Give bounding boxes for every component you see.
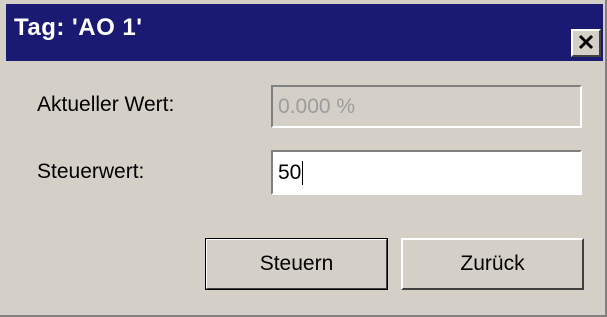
control-value-input[interactable]: 50 [271,150,582,195]
current-value-label: Aktueller Wert: [37,93,175,116]
current-value-text: 0.000 % [278,94,356,118]
back-button[interactable]: Zurück [401,238,584,290]
close-icon [578,32,594,54]
control-value-label: Steuerwert: [37,160,145,183]
apply-button[interactable]: Steuern [205,238,388,290]
close-button[interactable] [571,29,601,57]
current-value-field: 0.000 % [271,85,582,128]
tag-dialog: Tag: 'AO 1' Aktueller Wert: 0.000 % Steu… [0,0,607,317]
window-title: Tag: 'AO 1' [14,14,143,41]
back-button-label: Zurück [460,252,525,275]
text-caret [302,160,304,185]
control-value-text: 50 [278,160,302,184]
apply-button-label: Steuern [259,252,334,275]
title-bar[interactable]: Tag: 'AO 1' [6,4,603,61]
